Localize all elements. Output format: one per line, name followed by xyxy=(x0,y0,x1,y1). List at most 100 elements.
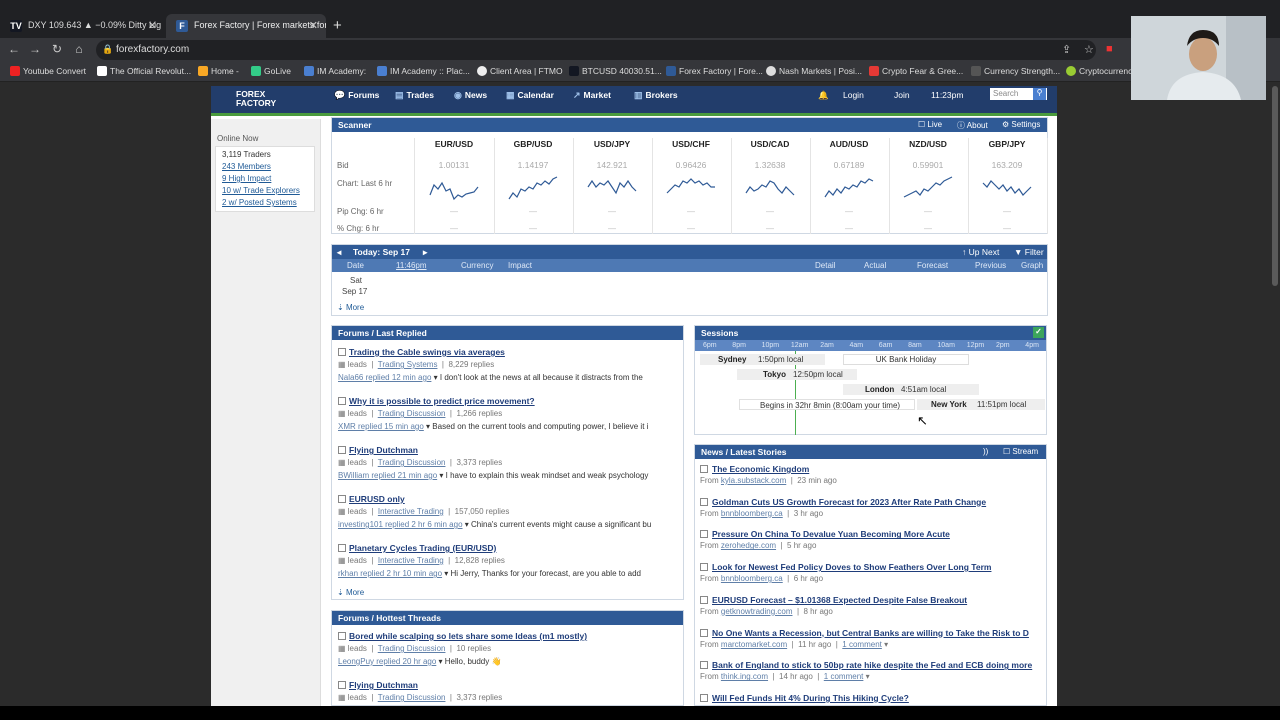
next-day-icon[interactable]: ▸ xyxy=(423,247,427,258)
bookmark-star-icon[interactable]: ☆ xyxy=(1084,43,1094,56)
forum-more-link[interactable]: ⇣ More xyxy=(337,588,364,597)
session-tokyo[interactable]: Tokyo 12:50pm local xyxy=(737,369,857,380)
forexfactory-logo[interactable]: FOREX FACTORY xyxy=(233,90,295,112)
bookmark-item[interactable]: IM Academy :: Plac... xyxy=(377,66,470,76)
thread-icon xyxy=(338,544,346,552)
scanner-pair-nzdusd[interactable]: NZD/USD 0.59901 — — xyxy=(889,139,967,233)
thread-title[interactable]: Planetary Cycles Trading (EUR/USD) xyxy=(349,543,496,553)
bookmark-item[interactable]: Forex Factory | Fore... xyxy=(666,66,763,76)
tab-dxy[interactable]: TV DXY 109.643 ▲ −0.09% Ditty Lig ✕ xyxy=(0,14,165,38)
reload-icon[interactable]: ↻ xyxy=(49,42,65,56)
pair-pct-change: — xyxy=(450,224,458,233)
calendar-more-link[interactable]: ⇣ More xyxy=(337,303,364,312)
close-tab-icon[interactable]: ✕ xyxy=(309,19,318,32)
forward-icon[interactable]: → xyxy=(27,42,43,56)
bookmark-item[interactable]: Crypto Fear & Gree... xyxy=(869,66,963,76)
story-title[interactable]: Look for Newest Fed Policy Doves to Show… xyxy=(712,562,1045,572)
bookmark-item[interactable]: GoLive xyxy=(251,66,291,76)
extension-icon[interactable]: ■ xyxy=(1106,43,1113,55)
scanner-pair-usdchf[interactable]: USD/CHF 0.96426 — — xyxy=(652,139,730,233)
thread-title[interactable]: EURUSD only xyxy=(349,494,405,504)
pair-name: NZD/USD xyxy=(909,139,947,149)
audio-icon[interactable]: )) xyxy=(983,447,988,456)
scanner-pair-gbpjpy[interactable]: GBP/JPY 163.209 — — xyxy=(968,139,1046,233)
bookmark-item[interactable]: The Official Revolut... xyxy=(97,66,191,76)
nav-forums[interactable]: 💬 Forums xyxy=(334,90,379,101)
settings-link[interactable]: ⚙ Settings xyxy=(1002,120,1040,129)
online-high-impact-link[interactable]: 9 High Impact xyxy=(222,173,308,185)
live-toggle[interactable]: ☐ Live xyxy=(918,120,942,129)
story-title[interactable]: Goldman Cuts US Growth Forecast for 2023… xyxy=(712,497,1045,507)
story-title[interactable]: EURUSD Forecast – $1.01368 Expected Desp… xyxy=(712,595,1045,605)
trades-icon: ▤ xyxy=(395,90,404,100)
thread-title[interactable]: Why it is possible to predict price move… xyxy=(349,396,535,406)
bookmark-item[interactable]: BTCUSD 40030.51... xyxy=(569,66,662,76)
scanner-pair-gbpusd[interactable]: GBP/USD 1.14197 — — xyxy=(494,139,572,233)
new-tab-button[interactable]: + xyxy=(333,17,342,34)
row-label-pct: % Chg: 6 hr xyxy=(337,224,380,233)
bookmark-item[interactable]: Currency Strength... xyxy=(971,66,1060,76)
story-title[interactable]: The Economic Kingdom xyxy=(712,464,1045,474)
home-icon[interactable]: ⌂ xyxy=(71,42,87,56)
bookmark-item[interactable]: Youtube Convert xyxy=(10,66,86,76)
scanner-pair-audusd[interactable]: AUD/USD 0.67189 — — xyxy=(810,139,888,233)
bookmark-item[interactable]: Nash Markets | Posi... xyxy=(766,66,862,76)
online-posted-systems-link[interactable]: 2 w/ Posted Systems xyxy=(222,197,308,209)
session-newyork[interactable]: New York 11:51pm local xyxy=(917,399,1045,410)
stream-toggle[interactable]: ☐ Stream xyxy=(1003,447,1038,456)
pair-pip-change: — xyxy=(845,207,853,216)
scanner-pair-eurusd[interactable]: EUR/USD 1.00131 — — xyxy=(415,139,493,233)
calendar-date: Sep 17 xyxy=(342,287,368,296)
share-icon[interactable]: ⇪ xyxy=(1062,43,1071,56)
thread-title[interactable]: Flying Dutchman xyxy=(349,445,418,455)
scanner-pair-usdjpy[interactable]: USD/JPY 142.921 — — xyxy=(573,139,651,233)
up-next-link[interactable]: ↑ Up Next xyxy=(962,247,999,257)
session-sydney[interactable]: Sydney 1:50pm local xyxy=(700,354,825,365)
thread-icon xyxy=(338,681,346,689)
filter-link[interactable]: ▼ Filter xyxy=(1014,247,1044,257)
story-icon xyxy=(700,661,708,670)
bookmark-item[interactable]: IM Academy: xyxy=(304,66,366,76)
nav-market[interactable]: ↗ Market xyxy=(573,90,611,101)
about-link[interactable]: ⓘ About xyxy=(957,120,988,131)
online-trade-explorers-link[interactable]: 10 w/ Trade Explorers xyxy=(222,185,308,197)
session-london[interactable]: London 4:51am local xyxy=(843,384,979,395)
pair-pip-change: — xyxy=(608,207,616,216)
bookmark-item[interactable]: Client Area | FTMO xyxy=(477,66,563,76)
page-scrollbar[interactable] xyxy=(1270,82,1280,706)
bell-icon[interactable]: 🔔 xyxy=(818,90,829,101)
scrollbar-thumb[interactable] xyxy=(1272,86,1278,286)
nav-calendar[interactable]: ▦ Calendar xyxy=(506,90,554,101)
address-bar[interactable]: 🔒 forexfactory.com xyxy=(96,40,1096,60)
join-link[interactable]: Join xyxy=(894,90,910,100)
prev-day-icon[interactable]: ◂ xyxy=(337,247,341,258)
bookmarks-bar: Youtube Convert The Official Revolut... … xyxy=(0,62,1280,82)
bookmark-item[interactable]: Home - xyxy=(198,66,239,76)
bookmark-item[interactable]: Cryptocurrenc xyxy=(1066,66,1132,76)
nav-brokers[interactable]: ▥ Brokers xyxy=(634,90,678,101)
thread-title[interactable]: Trading the Cable swings via averages xyxy=(349,347,505,357)
row-label-chart: Chart: Last 6 hr xyxy=(337,179,393,188)
scanner-pair-usdcad[interactable]: USD/CAD 1.32638 — — xyxy=(731,139,809,233)
nav-trades[interactable]: ▤ Trades xyxy=(395,90,434,101)
scale-tick: 8pm xyxy=(732,342,746,349)
pair-pct-change: — xyxy=(529,224,537,233)
tab-forexfactory[interactable]: F Forex Factory | Forex markets for ✕ xyxy=(166,14,326,38)
story-title[interactable]: Will Fed Funds Hit 4% During This Hiking… xyxy=(712,693,1045,703)
back-icon[interactable]: ← xyxy=(6,42,22,56)
calendar-time[interactable]: 11:46pm xyxy=(396,261,427,270)
story-title[interactable]: No One Wants a Recession, but Central Ba… xyxy=(712,628,1045,638)
online-members-link[interactable]: 243 Members xyxy=(222,161,308,173)
holiday-bar: UK Bank Holiday xyxy=(843,354,969,365)
story-title[interactable]: Pressure On China To Devalue Yuan Becomi… xyxy=(712,529,1045,539)
login-link[interactable]: Login xyxy=(843,90,864,100)
pair-name: AUD/USD xyxy=(829,139,869,149)
scale-tick: 10pm xyxy=(761,342,780,349)
sessions-toggle[interactable]: ✓ xyxy=(1033,327,1044,338)
nav-news[interactable]: ◉ News xyxy=(454,90,487,101)
story-title[interactable]: Bank of England to stick to 50bp rate hi… xyxy=(712,660,1045,670)
site-clock[interactable]: 11:23pm xyxy=(931,90,963,100)
sessions-time-scale: 6pm 8pm 10pm 12am 2am 4am 6am 8am 10am 12pm 2pm 4pm xyxy=(695,340,1046,351)
close-tab-icon[interactable]: ✕ xyxy=(148,19,157,32)
search-icon[interactable]: ⚲ xyxy=(1033,88,1046,100)
